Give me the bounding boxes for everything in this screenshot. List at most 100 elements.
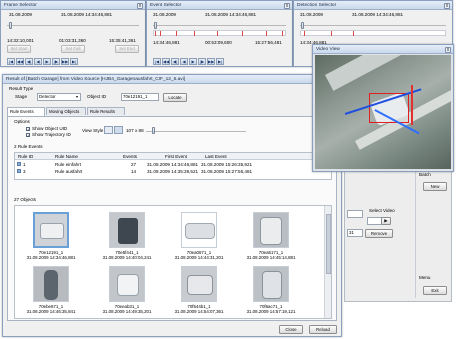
object-thumbnail[interactable] [33,266,69,302]
frame-slider-thumb[interactable] [9,22,12,29]
step-forward-icon[interactable]: |▶ [198,58,206,65]
play-back-icon[interactable]: ◀ [180,58,188,65]
set-end-button[interactable]: Set End [115,45,139,53]
tab-rule-results[interactable]: Rule Results [87,107,125,115]
rule-line [411,85,413,125]
event-marker [217,31,218,36]
column-header[interactable]: Rule ID [18,154,33,160]
column-header[interactable]: Rule Name [55,154,78,160]
object-thumbnail[interactable] [33,212,69,248]
close-icon[interactable]: x [284,2,290,9]
step-back-icon[interactable]: ◀| [25,58,33,65]
play-video-button[interactable]: ▶ [381,217,391,225]
tab-moving-objects[interactable]: Moving Objects [46,107,86,115]
fast-back-icon[interactable]: ◀◀ [162,58,170,65]
last-event-icon[interactable]: ▶| [216,58,224,65]
rule-events-tab-label: Rule Events [10,109,34,114]
object-thumbnail[interactable] [181,266,217,302]
detection-datetime: 31.08.2009 14:34:46,881 [352,12,404,17]
fast-forward-icon[interactable]: ▶▶ [61,58,69,65]
video-field-empty[interactable] [347,210,363,218]
car-image [262,271,282,299]
object-thumbnail[interactable] [109,212,145,248]
car-image [117,274,139,296]
list-view-icon[interactable] [104,126,113,134]
event-marker [266,31,267,36]
event-slider-thumb[interactable] [154,22,157,29]
remove-video-button[interactable]: Remove [365,229,393,238]
detection-selector-titlebar: Detection Selector [294,1,452,10]
event-timeline[interactable] [153,30,286,36]
play-back-icon[interactable]: ◀ [34,58,42,65]
tab-rule-events[interactable]: Rule Events [7,107,45,116]
exit-button[interactable]: Exit [423,286,447,295]
grid-view-icon[interactable] [114,126,123,134]
object-thumbnail[interactable] [181,212,217,248]
show-uid-label: Show Object UID [32,126,68,131]
stage-select[interactable]: Detector [37,93,81,101]
rule-id: 3 [23,168,26,174]
detection-slider-track[interactable] [300,25,446,26]
objects-scrollbar[interactable] [324,206,331,318]
close-icon[interactable]: x [137,2,143,9]
detection-date: 31.08.2009 [300,12,323,17]
event-mid-time: 00:53:09,600 [205,40,232,45]
first-event-value: 31.08.2009 14:34:46,881 [147,161,199,167]
car-image [260,217,282,245]
detection-timeline[interactable] [300,30,446,36]
video-frame[interactable] [315,55,451,169]
detection-slider-thumb[interactable] [301,22,304,29]
object-id-input[interactable]: 70e12191_1 [121,93,159,101]
first-event-icon[interactable]: |◀ [153,58,161,65]
view-size-slider-track[interactable] [146,131,246,132]
object-time: 31.08.2009 14:49:35,201 [102,309,152,314]
step-back-icon[interactable]: ◀| [171,58,179,65]
reload-button[interactable]: Reload [309,325,337,334]
rule-icon [17,162,21,166]
close-button[interactable]: Close [279,325,303,334]
step-forward-icon[interactable]: |▶ [52,58,60,65]
play-icon[interactable]: ▶ [43,58,51,65]
event-marker [160,31,161,36]
last-event-value: 31.08.2009 15:27:56,481 [201,168,253,174]
play-icon[interactable]: ▶ [189,58,197,65]
object-thumbnail[interactable] [253,212,289,248]
show-trajectory-checkbox[interactable]: ✓ [26,133,30,138]
rule-id: 1 [23,161,26,167]
column-header[interactable]: Events [123,154,137,160]
rule-events-value: 14 [131,168,137,174]
video-field[interactable]: 31 [347,229,363,237]
close-icon[interactable]: x [444,2,450,9]
video-view-window: Video View x [312,44,454,172]
object-time: 31.08.2009 14:57:19,121 [246,309,296,314]
view-size-slider-thumb[interactable] [152,127,155,134]
table-row[interactable]: 1 Rule einfahrt 27 31.08.2009 14:34:46,8… [15,161,331,168]
chevron-down-icon[interactable]: ▾ [76,95,78,99]
object-thumbnail[interactable] [253,266,289,302]
first-frame-icon[interactable]: |◀ [7,58,15,65]
table-row[interactable]: 3 Rule ausfahrt 14 31.08.2009 14:35:39,5… [15,168,331,175]
fast-back-icon[interactable]: ◀◀ [16,58,24,65]
objects-scrollbar-thumb[interactable] [326,214,331,274]
event-slider-track[interactable] [153,25,286,26]
event-date: 31.08.2009 [153,12,176,17]
close-icon[interactable]: x [445,46,451,53]
object-thumbnail[interactable] [109,266,145,302]
column-header[interactable]: First Event [165,154,187,160]
locate-button[interactable]: Locate [163,93,187,102]
frame-slider-track[interactable] [7,25,139,26]
new-batch-button[interactable]: New [423,182,447,191]
stage-label: Stage [15,94,28,99]
frame-selector-title: Frame Selector [4,3,37,8]
column-header[interactable]: Last Event [205,154,227,160]
frame-date: 31.08.2009 [9,12,32,17]
result-window: Result of [Batch Garage] from Video Sour… [2,74,342,337]
event-marker [155,31,156,36]
fast-forward-icon[interactable]: ▶▶ [207,58,215,65]
set-start-button[interactable]: Set Start [7,45,31,53]
set-full-button[interactable]: Set Full [61,45,85,53]
result-type-label: Result Type [9,86,34,91]
moving-objects-tab-label: Moving Objects [49,109,80,114]
show-uid-checkbox[interactable]: ✓ [26,127,30,132]
last-frame-icon[interactable]: ▶| [70,58,78,65]
